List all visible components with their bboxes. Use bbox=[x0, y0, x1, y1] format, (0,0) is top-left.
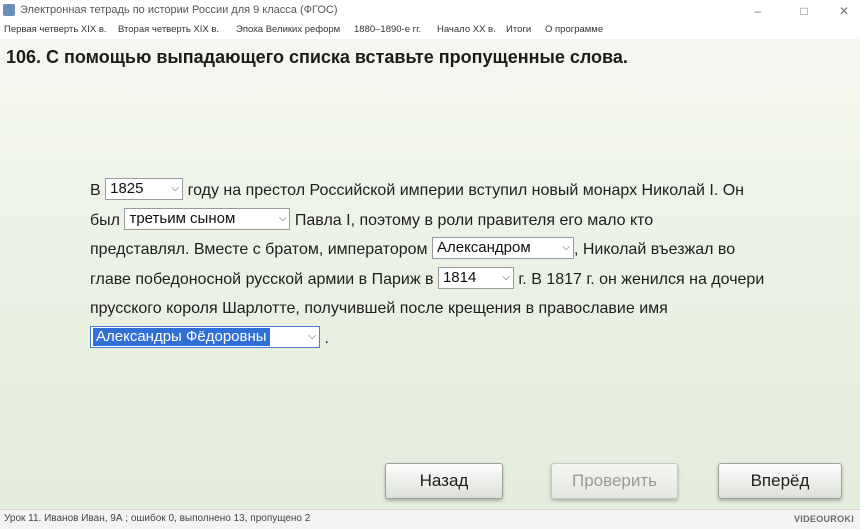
passage: В 1825 ⌵ году на престол Российской импер… bbox=[90, 176, 810, 353]
menu-item-great-reforms[interactable]: Эпоха Великих реформ bbox=[236, 24, 340, 35]
menu-item-second-quarter[interactable]: Вторая четверть XIX в. bbox=[118, 24, 219, 35]
task-title: 106. С помощью выпадающего списка вставь… bbox=[6, 47, 628, 67]
passage-text: В bbox=[90, 182, 101, 199]
chevron-down-icon: ⌵ bbox=[278, 212, 287, 224]
menu-bar: Первая четверть XIX в. Вторая четверть X… bbox=[0, 22, 860, 39]
menu-item-1880-1890[interactable]: 1880–1890-е гг. bbox=[354, 24, 421, 35]
status-text: Урок 11. Иванов Иван, 9А ; ошибок 0, вып… bbox=[4, 513, 311, 524]
chevron-down-icon: ⌵ bbox=[562, 242, 570, 254]
title-bar: Электронная тетрадь по истории России дл… bbox=[0, 0, 860, 23]
back-button[interactable]: Назад bbox=[385, 463, 503, 499]
year-paris-select[interactable]: 1814 ⌵ bbox=[437, 266, 514, 289]
app-icon bbox=[3, 4, 15, 16]
minimize-button[interactable]: – bbox=[738, 2, 778, 20]
passage-text: представлял. Вместе с братом, императоро… bbox=[90, 241, 428, 258]
emperor-select[interactable]: Александром ⌵ bbox=[431, 237, 574, 260]
chevron-down-icon: ⌵ bbox=[308, 330, 316, 342]
select-value: третьим сыном bbox=[129, 209, 236, 227]
son-order-select[interactable]: третьим сыном ⌵ bbox=[124, 207, 291, 230]
passage-text: был bbox=[90, 211, 120, 229]
passage-line-5: прусского короля Шарлотте, получившей по… bbox=[90, 294, 810, 324]
passage-text: прусского короля Шарлотте, получившей по… bbox=[90, 300, 668, 317]
passage-text: Павла I, поэтому в роли правителя его ма… bbox=[294, 211, 654, 229]
passage-line-2: был третьим сыном ⌵ Павла I, поэтому в ро… bbox=[90, 206, 810, 236]
menu-item-about[interactable]: О программе bbox=[545, 24, 603, 35]
passage-line-3: представлял. Вместе с братом, императоро… bbox=[90, 235, 810, 265]
baptismal-name-select[interactable]: Александры Фёдоровны ⌵ bbox=[90, 325, 320, 348]
menu-item-results[interactable]: Итоги bbox=[506, 24, 531, 35]
passage-text: году на престол Российской империи вступ… bbox=[187, 182, 745, 199]
passage-line-4: главе победоносной русской армии в Париж… bbox=[90, 265, 810, 295]
menu-item-early-xx[interactable]: Начало XX в. bbox=[437, 24, 496, 35]
forward-button[interactable]: Вперёд bbox=[718, 463, 842, 499]
passage-text: . bbox=[324, 329, 329, 347]
select-value: Александры Фёдоровны bbox=[93, 327, 270, 346]
select-value: 1825 bbox=[110, 180, 144, 198]
menu-item-first-quarter[interactable]: Первая четверть XIX в. bbox=[4, 24, 107, 35]
chevron-down-icon: ⌵ bbox=[171, 183, 180, 195]
chevron-down-icon: ⌵ bbox=[502, 271, 510, 283]
select-value: 1814 bbox=[442, 268, 477, 286]
maximize-button[interactable]: □ bbox=[784, 2, 824, 20]
passage-line-6: Александры Фёдоровны ⌵ . bbox=[90, 324, 810, 354]
passage-text: главе победоносной русской армии в Париж… bbox=[90, 270, 434, 288]
close-button[interactable]: ✕ bbox=[824, 2, 860, 20]
passage-text: г. В 1817 г. он женился на дочери bbox=[518, 270, 765, 288]
window-title: Электронная тетрадь по истории России дл… bbox=[20, 4, 338, 16]
videouroki-logo: VIDEOUROKI bbox=[793, 514, 854, 524]
year-accession-select[interactable]: 1825 ⌵ bbox=[105, 178, 184, 201]
select-value: Александром bbox=[436, 239, 531, 257]
check-button[interactable]: Проверить bbox=[551, 463, 678, 499]
passage-text: , Николай въезжал во bbox=[573, 241, 736, 258]
passage-line-1: В 1825 ⌵ году на престол Российской импер… bbox=[90, 176, 810, 206]
status-bar: Урок 11. Иванов Иван, 9А ; ошибок 0, вып… bbox=[0, 509, 860, 529]
